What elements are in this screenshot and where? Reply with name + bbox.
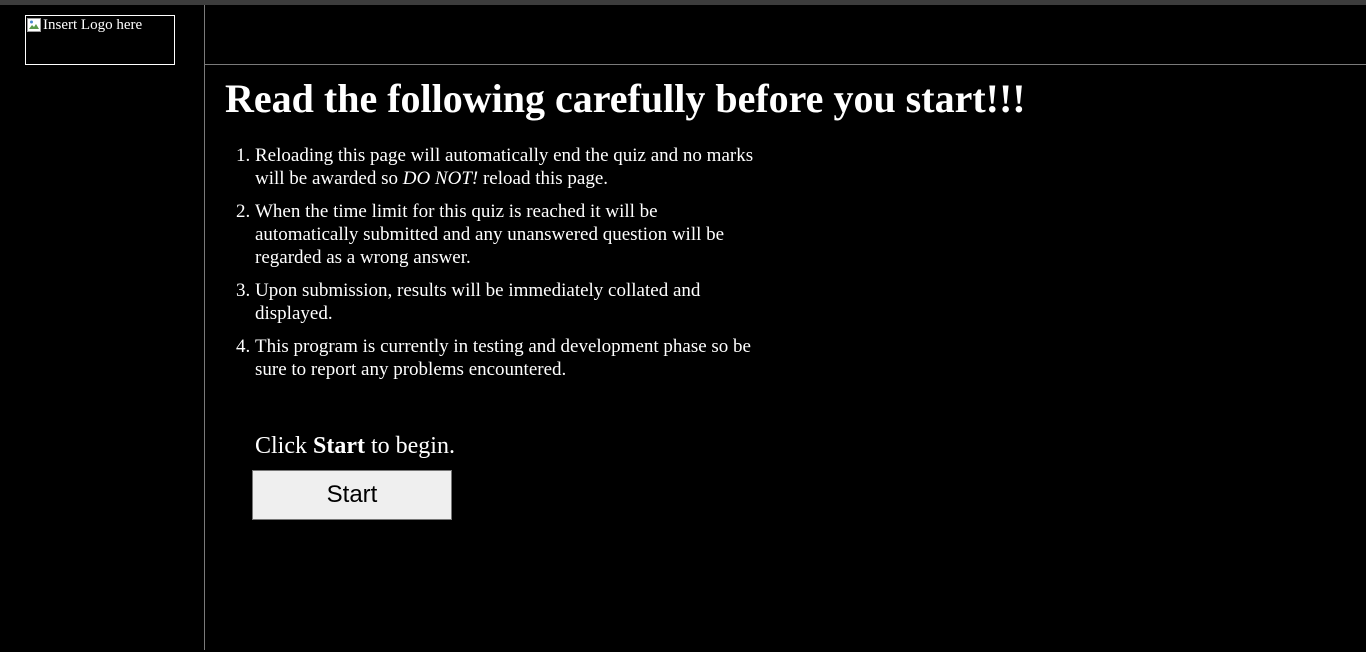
- header-divider: [205, 64, 1366, 65]
- page-title: Read the following carefully before you …: [225, 76, 1026, 121]
- logo-alt-text: Insert Logo here: [43, 17, 143, 33]
- cta-prefix: Click: [255, 433, 313, 459]
- rules-list: Reloading this page will automatically e…: [225, 144, 755, 381]
- logo-placeholder: Insert Logo here: [25, 15, 175, 65]
- cta-strong: Start: [313, 433, 365, 459]
- start-button[interactable]: Start: [252, 470, 452, 520]
- cta-suffix: to begin.: [364, 433, 455, 459]
- main-content: Read the following carefully before you …: [225, 76, 1325, 520]
- rule-item-1: Reloading this page will automatically e…: [255, 144, 755, 190]
- start-instruction: Click Start to begin.: [255, 432, 1325, 460]
- broken-image-icon: [27, 18, 41, 32]
- rule-item-2: When the time limit for this quiz is rea…: [255, 200, 755, 269]
- sidebar: Insert Logo here: [0, 5, 205, 650]
- rule-1-emphasis: DO NOT!: [402, 168, 479, 189]
- rule-1-text-end: reload this page.: [478, 168, 609, 189]
- rule-item-4: This program is currently in testing and…: [255, 335, 755, 381]
- rule-item-3: Upon submission, results will be immedia…: [255, 279, 755, 325]
